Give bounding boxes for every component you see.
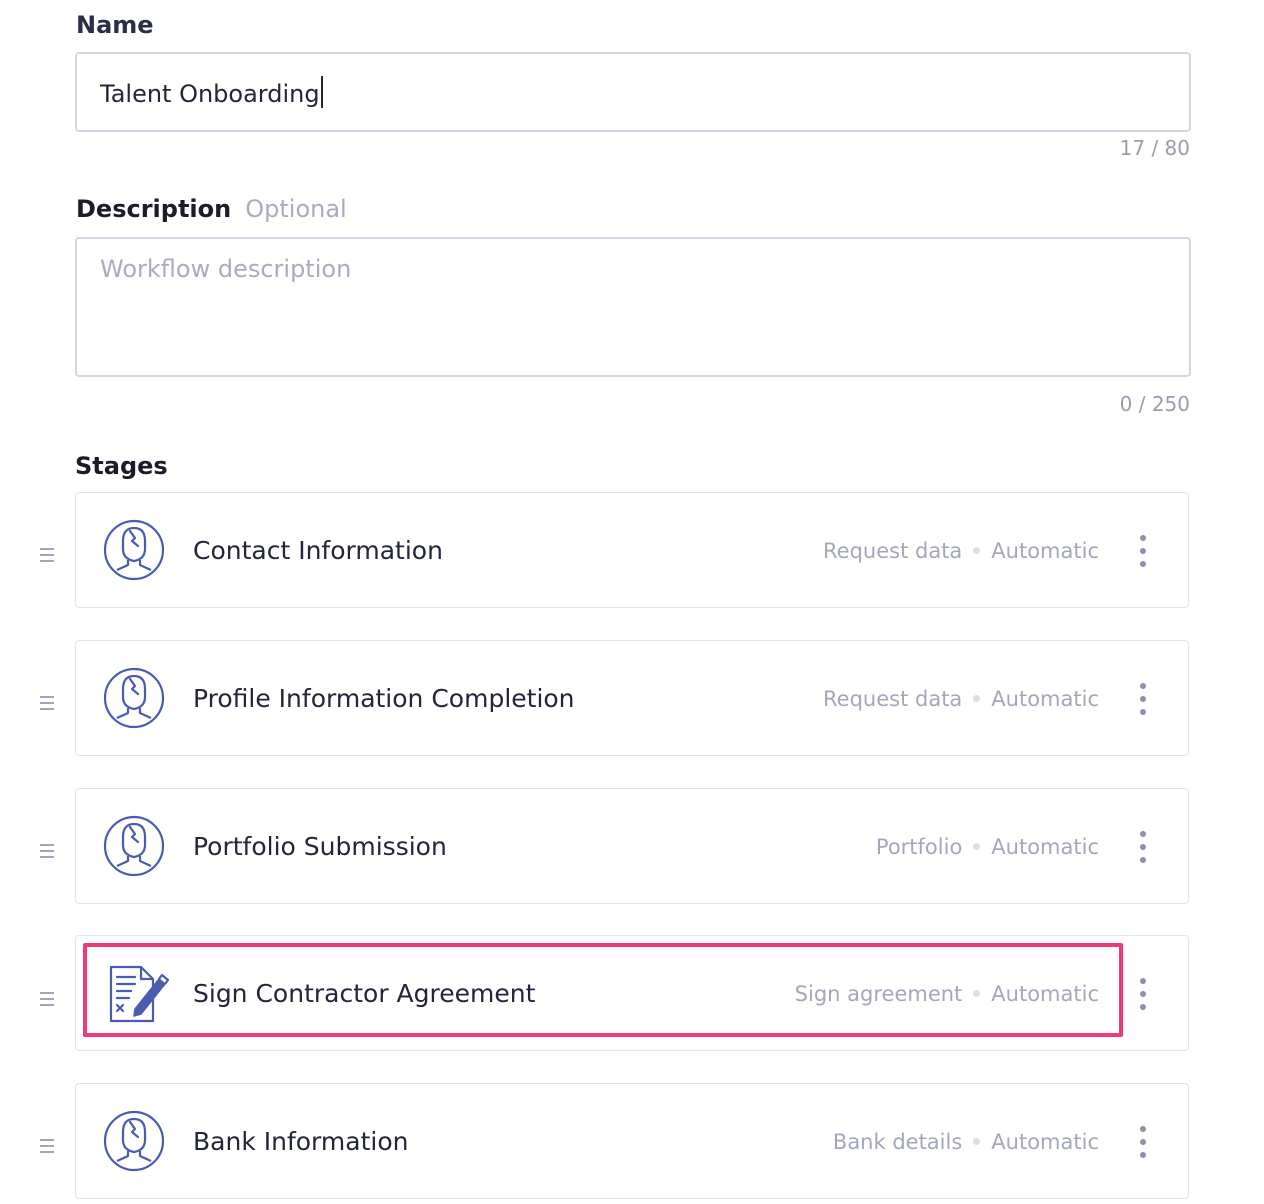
- stage-mode: Automatic: [991, 539, 1099, 563]
- workflow-form: Name Talent Onboarding 17 / 80 Descripti…: [0, 0, 1264, 1204]
- stage-meta: Request data Automatic: [823, 687, 1099, 711]
- name-char-counter: 17 / 80: [1119, 136, 1190, 160]
- more-options-icon[interactable]: [1138, 831, 1148, 863]
- separator-dot: [973, 695, 981, 702]
- description-placeholder: Workflow description: [100, 255, 352, 283]
- stage-meta: Bank details Automatic: [833, 1130, 1099, 1154]
- person-icon: [103, 667, 165, 729]
- more-options-icon[interactable]: [1138, 978, 1148, 1010]
- stage-mode: Automatic: [991, 982, 1099, 1006]
- stage-type: Portfolio: [875, 835, 963, 859]
- stage-mode: Automatic: [991, 1130, 1099, 1154]
- drag-handle-icon[interactable]: [40, 992, 54, 1006]
- separator-dot: [973, 547, 981, 554]
- optional-tag: Optional: [245, 195, 347, 223]
- description-label: Description Optional: [76, 195, 347, 223]
- separator-dot: [973, 990, 981, 997]
- stage-meta: Sign agreement Automatic: [795, 982, 1099, 1006]
- drag-handle-icon[interactable]: [40, 548, 54, 562]
- stage-title: Bank Information: [193, 1127, 409, 1156]
- drag-handle-icon[interactable]: [40, 696, 54, 710]
- stage-title: Sign Contractor Agreement: [193, 979, 536, 1008]
- stage-card[interactable]: Portfolio Submission Portfolio Automatic: [75, 788, 1189, 904]
- stage-type: Request data: [823, 687, 963, 711]
- stage-card[interactable]: Contact Information Request data Automati…: [75, 492, 1189, 608]
- drag-handle-icon[interactable]: [40, 1139, 54, 1153]
- stage-card[interactable]: Profile Information Completion Request d…: [75, 640, 1189, 756]
- stage-meta: Request data Automatic: [823, 539, 1099, 563]
- sign-document-icon: [109, 965, 169, 1023]
- stage-type: Bank details: [832, 1130, 963, 1154]
- text-caret: [320, 76, 323, 108]
- stage-type: Request data: [823, 539, 963, 563]
- stage-card[interactable]: Sign Contractor Agreement Sign agreement…: [75, 935, 1189, 1051]
- separator-dot: [973, 1138, 981, 1145]
- person-icon: [103, 1110, 165, 1172]
- description-char-counter: 0 / 250: [1119, 392, 1190, 416]
- stage-title: Portfolio Submission: [193, 832, 447, 861]
- stage-title: Contact Information: [193, 536, 443, 565]
- stage-card[interactable]: Bank Information Bank details Automatic: [75, 1083, 1189, 1199]
- separator-dot: [973, 843, 981, 850]
- stages-label: Stages: [75, 452, 168, 480]
- more-options-icon[interactable]: [1138, 535, 1148, 567]
- person-icon: [103, 519, 165, 581]
- stage-mode: Automatic: [991, 687, 1099, 711]
- stage-type: Sign agreement: [794, 982, 963, 1006]
- more-options-icon[interactable]: [1138, 683, 1148, 715]
- name-input-value[interactable]: Talent Onboarding: [100, 76, 323, 108]
- stage-mode: Automatic: [991, 835, 1099, 859]
- description-textarea[interactable]: Workflow description: [75, 237, 1191, 377]
- stage-meta: Portfolio Automatic: [876, 835, 1099, 859]
- stage-title: Profile Information Completion: [193, 684, 575, 713]
- name-input[interactable]: Talent Onboarding: [75, 52, 1191, 132]
- name-label: Name: [76, 11, 154, 39]
- drag-handle-icon[interactable]: [40, 844, 54, 858]
- more-options-icon[interactable]: [1138, 1126, 1148, 1158]
- person-icon: [103, 815, 165, 877]
